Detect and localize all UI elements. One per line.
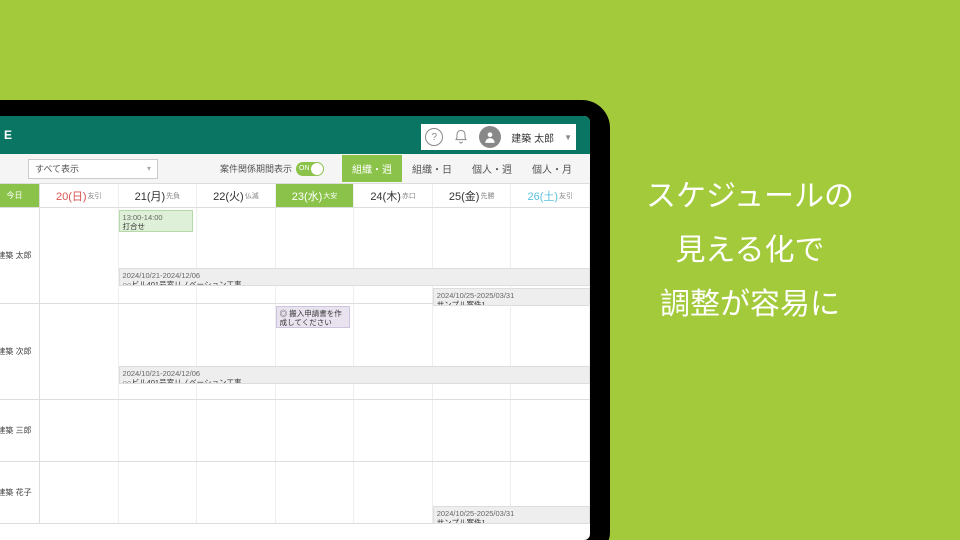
event-daterange: 2024/10/21-2024/12/06 bbox=[123, 369, 586, 378]
day-cells: 2024/10/25-2025/03/31 サンプル案件1 bbox=[40, 462, 590, 523]
day-cell[interactable] bbox=[276, 400, 355, 461]
day-header-sat[interactable]: 26(土)友引 bbox=[511, 184, 590, 207]
toggle-on-label: ON bbox=[299, 165, 310, 172]
event-label: 搬入申請書を作成してください bbox=[280, 309, 342, 327]
tablet-device-frame: E ? 建築 太郎 ▼ すべて表示 ▾ 案件関係期間表示 ON 組 bbox=[0, 100, 610, 540]
app-screen: E ? 建築 太郎 ▼ すべて表示 ▾ 案件関係期間表示 ON 組 bbox=[0, 116, 590, 540]
schedule-row-person-4: 建築 花子 2024/10/25-2025/03/31 サンプル案件1 bbox=[0, 462, 590, 524]
day-cell[interactable] bbox=[40, 400, 119, 461]
person-name-cell[interactable]: 建築 三郎 bbox=[0, 400, 40, 461]
day-cell[interactable] bbox=[119, 304, 198, 399]
day-cell[interactable] bbox=[197, 304, 276, 399]
day-cell[interactable] bbox=[197, 400, 276, 461]
schedule-row-person-2: 建築 次郎 ◎ 搬入申請書を作成してください 2024/10/21-2024/1… bbox=[0, 304, 590, 400]
day-header-thu[interactable]: 24(木)赤口 bbox=[354, 184, 433, 207]
tab-person-week[interactable]: 個人・週 bbox=[462, 155, 522, 182]
day-cell[interactable] bbox=[276, 462, 355, 523]
toolbar: すべて表示 ▾ 案件関係期間表示 ON 組織・週 組織・日 個人・週 個人・月 bbox=[0, 154, 590, 184]
headline-line-3: 調整が容易に bbox=[600, 278, 900, 332]
day-cell[interactable] bbox=[197, 208, 276, 303]
filter-select[interactable]: すべて表示 ▾ bbox=[28, 159, 158, 179]
day-cell[interactable] bbox=[40, 304, 119, 399]
day-cell[interactable] bbox=[40, 462, 119, 523]
day-cell[interactable] bbox=[276, 208, 355, 303]
day-cell[interactable] bbox=[119, 400, 198, 461]
day-cell[interactable] bbox=[354, 304, 433, 399]
schedule-row-person-3: 建築 三郎 bbox=[0, 400, 590, 462]
day-cell[interactable] bbox=[354, 462, 433, 523]
event-daterange: 2024/10/25-2025/03/31 bbox=[437, 509, 586, 518]
day-cell[interactable] bbox=[197, 462, 276, 523]
notifications-icon[interactable] bbox=[453, 128, 469, 146]
day-cell[interactable] bbox=[433, 400, 512, 461]
day-cell[interactable] bbox=[40, 208, 119, 303]
event-project-bar-1[interactable]: 2024/10/21-2024/12/06 ○○ビル401号室リノベーション工事 bbox=[119, 268, 590, 286]
day-header-fri[interactable]: 25(金)先勝 bbox=[433, 184, 512, 207]
event-label: ○○ビル401号室リノベーション工事 bbox=[123, 378, 586, 384]
event-label: 打合せ bbox=[123, 222, 189, 231]
person-name-cell[interactable]: 建築 太郎 bbox=[0, 208, 40, 303]
headline-line-1: スケジュールの bbox=[600, 170, 900, 224]
event-daterange: 2024/10/25-2025/03/31 bbox=[437, 291, 586, 300]
period-toggle-label: 案件関係期間表示 bbox=[220, 162, 292, 175]
day-cell[interactable] bbox=[511, 304, 590, 399]
event-task[interactable]: ◎ 搬入申請書を作成してください bbox=[276, 306, 350, 328]
chevron-down-icon: ▾ bbox=[147, 164, 151, 173]
period-toggle-group: 案件関係期間表示 ON bbox=[220, 162, 324, 176]
event-meeting[interactable]: 13:00-14:00 打合せ bbox=[119, 210, 193, 232]
day-cells: 13:00-14:00 打合せ 2024/10/21-2024/12/06 ○○… bbox=[40, 208, 590, 303]
person-name-cell[interactable]: 建築 花子 bbox=[0, 462, 40, 523]
day-header-wed-today[interactable]: 23(水)大安 bbox=[276, 184, 355, 207]
day-cell[interactable] bbox=[433, 304, 512, 399]
day-cell[interactable] bbox=[511, 400, 590, 461]
day-cell[interactable] bbox=[354, 208, 433, 303]
view-tabs: 組織・週 組織・日 個人・週 個人・月 bbox=[342, 155, 582, 182]
event-label: ○○ビル401号室リノベーション工事 bbox=[123, 280, 586, 286]
task-status-icon: ◎ bbox=[280, 309, 288, 318]
event-time: 13:00-14:00 bbox=[123, 213, 189, 222]
toolbar-left-edge bbox=[0, 159, 18, 179]
tab-org-day[interactable]: 組織・日 bbox=[402, 155, 462, 182]
day-header-sun[interactable]: 20(日)友引 bbox=[40, 184, 119, 207]
event-project-bar-3[interactable]: 2024/10/21-2024/12/06 ○○ビル401号室リノベーション工事 bbox=[119, 366, 590, 384]
chevron-down-icon[interactable]: ▼ bbox=[564, 133, 572, 142]
day-header-row: 今日 20(日)友引 21(月)先負 22(火)仏滅 23(水)大安 24(木)… bbox=[0, 184, 590, 208]
schedule-grid: 建築 太郎 13:00-14:00 打合せ 2024/10/21-2024/12… bbox=[0, 208, 590, 524]
user-avatar-icon[interactable] bbox=[479, 126, 501, 148]
day-cell[interactable] bbox=[119, 462, 198, 523]
event-project-bar-4[interactable]: 2024/10/25-2025/03/31 サンプル案件1 bbox=[433, 506, 590, 524]
day-header-mon[interactable]: 21(月)先負 bbox=[119, 184, 198, 207]
day-cells bbox=[40, 400, 590, 461]
tab-person-month[interactable]: 個人・月 bbox=[522, 155, 582, 182]
day-cells: ◎ 搬入申請書を作成してください 2024/10/21-2024/12/06 ○… bbox=[40, 304, 590, 399]
event-daterange: 2024/10/21-2024/12/06 bbox=[123, 271, 586, 280]
day-cell[interactable] bbox=[354, 400, 433, 461]
event-label: サンプル案件1 bbox=[437, 518, 586, 524]
help-icon[interactable]: ? bbox=[425, 128, 443, 146]
header-actions: ? 建築 太郎 ▼ bbox=[421, 124, 576, 150]
app-logo-letter: E bbox=[4, 128, 12, 142]
person-name-cell[interactable]: 建築 次郎 bbox=[0, 304, 40, 399]
schedule-row-person-1: 建築 太郎 13:00-14:00 打合せ 2024/10/21-2024/12… bbox=[0, 208, 590, 304]
period-toggle[interactable]: ON bbox=[296, 162, 324, 176]
day-header-tue[interactable]: 22(火)仏滅 bbox=[197, 184, 276, 207]
marketing-headline: スケジュールの 見える化で 調整が容易に bbox=[600, 170, 900, 332]
filter-select-value: すべて表示 bbox=[35, 162, 79, 175]
headline-line-2: 見える化で bbox=[600, 224, 900, 278]
tab-org-week[interactable]: 組織・週 bbox=[342, 155, 402, 182]
today-column-header[interactable]: 今日 bbox=[0, 184, 40, 207]
user-name-label[interactable]: 建築 太郎 bbox=[511, 130, 554, 145]
